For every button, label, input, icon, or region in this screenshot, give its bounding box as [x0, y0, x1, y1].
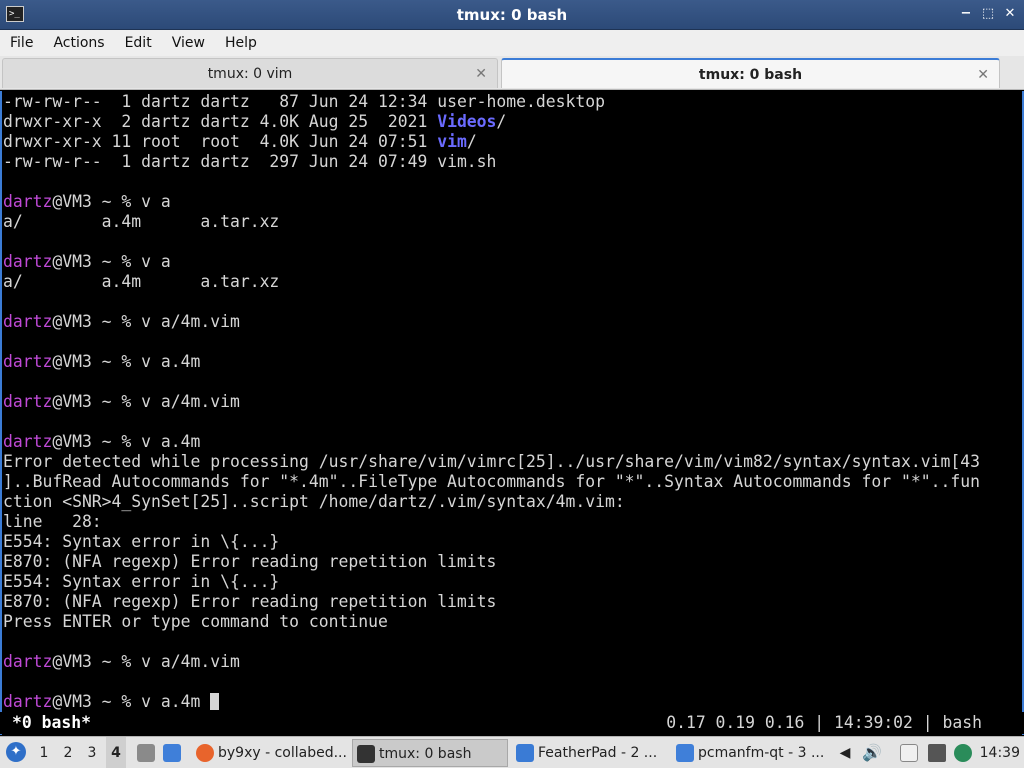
error-line: E870: (NFA regexp) Error reading repetit…: [3, 592, 497, 611]
menu-help[interactable]: Help: [219, 35, 263, 51]
start-menu-icon[interactable]: ✦: [6, 742, 26, 762]
terminal-output[interactable]: -rw-rw-r-- 1 dartz dartz 87 Jun 24 12:34…: [0, 91, 1024, 735]
clock[interactable]: 14:39: [980, 737, 1020, 768]
menu-file[interactable]: File: [4, 35, 39, 51]
task-terminal[interactable]: tmux: 0 bash: [352, 739, 508, 767]
workspace-2[interactable]: 2: [58, 737, 78, 768]
listing-row: -rw-rw-r-- 1 dartz dartz 87 Jun 24 12:34…: [3, 92, 605, 111]
tmux-status-bar: *0 bash* 0.17 0.19 0.16 | 14:39:02 | bas…: [0, 712, 1024, 734]
menubar: File Actions Edit View Help: [0, 30, 1024, 56]
error-line: Press ENTER or type command to continue: [3, 612, 388, 631]
tmux-status-right: 0.17 0.19 0.16 | 14:39:02 | bash: [666, 713, 982, 732]
taskbar: ✦ 1 2 3 4 by9xy - collabed... tmux: 0 ba…: [0, 736, 1024, 768]
menu-actions[interactable]: Actions: [47, 35, 110, 51]
error-line: E554: Syntax error in \{...}: [3, 532, 280, 551]
listing-row: -rw-rw-r-- 1 dartz dartz 297 Jun 24 07:4…: [3, 152, 497, 171]
completion-line: a/ a.4m a.tar.xz: [3, 272, 280, 291]
prompt-line: dartz@VM3 ~ % v a: [3, 252, 171, 271]
window-titlebar[interactable]: >_ tmux: 0 bash − ⬚ ✕: [0, 0, 1024, 30]
chevron-left-icon[interactable]: ◀: [836, 744, 854, 762]
completion-line: a/ a.4m a.tar.xz: [3, 212, 280, 231]
workspace-1[interactable]: 1: [34, 737, 54, 768]
prompt-line: dartz@VM3 ~ % v a/4m.vim: [3, 652, 240, 671]
current-prompt-line[interactable]: dartz@VM3 ~ % v a.4m: [3, 692, 1022, 712]
error-line: ction <SNR>4_SynSet[25]..script /home/da…: [3, 492, 625, 511]
listing-row: drwxr-xr-x 2 dartz dartz 4.0K Aug 25 202…: [3, 112, 507, 131]
volume-icon[interactable]: 🔊: [862, 744, 882, 762]
minimize-button[interactable]: −: [958, 5, 974, 23]
update-notifier-icon[interactable]: [954, 744, 972, 762]
firefox-icon: [196, 744, 214, 762]
featherpad-icon: [516, 744, 534, 762]
task-pcmanfm[interactable]: pcmanfm-qt - 3 ...: [672, 739, 828, 767]
error-line: E870: (NFA regexp) Error reading repetit…: [3, 552, 497, 571]
error-line: line 28:: [3, 512, 102, 531]
prompt-line: dartz@VM3 ~ % v a.4m: [3, 352, 201, 371]
workspace-3[interactable]: 3: [82, 737, 102, 768]
task-firefox[interactable]: by9xy - collabed...: [192, 739, 348, 767]
close-icon[interactable]: ✕: [475, 59, 487, 89]
network-icon[interactable]: [928, 744, 946, 762]
menu-edit[interactable]: Edit: [119, 35, 158, 51]
listing-row: drwxr-xr-x 11 root root 4.0K Jun 24 07:5…: [3, 132, 477, 151]
task-featherpad[interactable]: FeatherPad - 2 ...: [512, 739, 668, 767]
prompt-line: dartz@VM3 ~ % v a/4m.vim: [3, 312, 240, 331]
tab-bash[interactable]: tmux: 0 bash ✕: [501, 58, 1000, 88]
tmux-window-label[interactable]: *0 bash*: [12, 712, 91, 734]
folder-icon: [676, 744, 694, 762]
prompt-line: dartz@VM3 ~ % v a: [3, 192, 171, 211]
workspace-4[interactable]: 4: [106, 737, 126, 768]
file-manager-launcher-icon[interactable]: [163, 744, 181, 762]
close-button[interactable]: ✕: [1002, 5, 1018, 23]
show-desktop-icon[interactable]: [137, 744, 155, 762]
terminal-icon: [357, 745, 375, 763]
prompt-line: dartz@VM3 ~ % v a.4m: [3, 432, 201, 451]
error-line: E554: Syntax error in \{...}: [3, 572, 280, 591]
error-line: ]..BufRead Autocommands for "*.4m"..File…: [3, 472, 980, 491]
tab-label: tmux: 0 vim: [207, 66, 293, 82]
maximize-button[interactable]: ⬚: [980, 5, 996, 23]
prompt-line: dartz@VM3 ~ % v a/4m.vim: [3, 392, 240, 411]
close-icon[interactable]: ✕: [977, 60, 989, 90]
menu-view[interactable]: View: [166, 35, 211, 51]
tab-vim[interactable]: tmux: 0 vim ✕: [2, 58, 498, 88]
window-title: tmux: 0 bash: [456, 6, 568, 24]
clipboard-icon[interactable]: [900, 744, 918, 762]
tab-label: tmux: 0 bash: [698, 67, 803, 83]
error-line: Error detected while processing /usr/sha…: [3, 452, 980, 471]
tab-bar: tmux: 0 vim ✕ tmux: 0 bash ✕: [0, 56, 1024, 90]
text-cursor: [210, 693, 220, 710]
